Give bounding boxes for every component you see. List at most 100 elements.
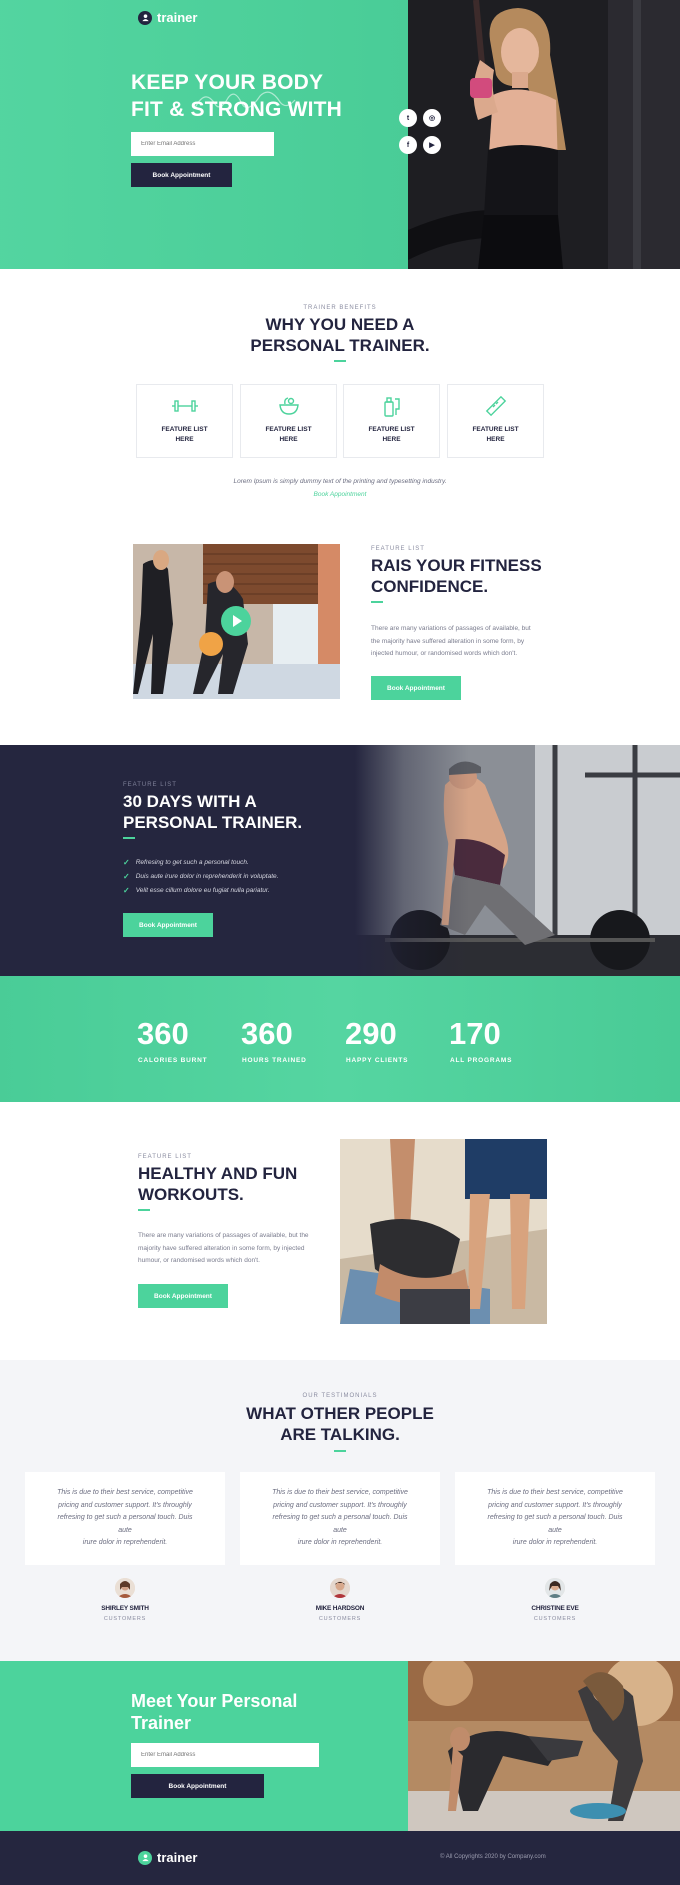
check-item-2: ✓ Duis aute irure dolor in reprehenderit … bbox=[123, 872, 279, 881]
meet-trainer-section: Meet Your Personal Trainer Book Appointm… bbox=[0, 1661, 680, 1831]
feature-card-3[interactable]: FEATURE LIST HERE bbox=[343, 384, 440, 458]
healthy-workout-photo bbox=[340, 1139, 547, 1324]
feature-card-2[interactable]: FEATURE LIST HERE bbox=[240, 384, 337, 458]
bowl-icon bbox=[276, 395, 302, 417]
hero-photo bbox=[408, 0, 680, 269]
instagram-icon[interactable]: ◎ bbox=[423, 109, 441, 127]
youtube-icon[interactable]: ▶ bbox=[423, 136, 441, 154]
stat-programs-value: 170 bbox=[449, 1016, 501, 1051]
confidence-kicker: FEATURE LIST bbox=[371, 546, 425, 552]
testimonial-quote: This is due to their best service, compe… bbox=[272, 1489, 408, 1547]
feature-label: FEATURE LIST HERE bbox=[472, 426, 519, 443]
stat-clients-label: HAPPY CLIENTS bbox=[346, 1057, 409, 1064]
logo-text: trainer bbox=[157, 10, 198, 25]
meet-book-appointment-button[interactable]: Book Appointment bbox=[131, 1774, 264, 1798]
testimonials-title-line2: ARE TALKING. bbox=[280, 1425, 400, 1444]
meet-trainer-title-line1: Meet Your Personal bbox=[131, 1691, 298, 1711]
feature-label: FEATURE LIST HERE bbox=[161, 426, 208, 443]
twitter-icon[interactable]: t bbox=[399, 109, 417, 127]
benefits-kicker: TRAINER BENEFITS bbox=[303, 305, 377, 311]
thirty-days-kicker: FEATURE LIST bbox=[123, 782, 177, 788]
logo-mark-icon bbox=[138, 1850, 152, 1865]
healthy-title-line1: HEALTHY AND FUN bbox=[138, 1164, 298, 1183]
feature-card-4[interactable]: FEATURE LIST HERE bbox=[447, 384, 544, 458]
healthy-kicker: FEATURE LIST bbox=[138, 1154, 192, 1160]
healthy-accent-line bbox=[138, 1209, 150, 1211]
stat-hours-label: HOURS TRAINED bbox=[242, 1057, 307, 1064]
trainer-stretching-image bbox=[408, 1661, 680, 1831]
thirty-days-title-line2: PERSONAL TRAINER. bbox=[123, 813, 303, 832]
thirty-days-section: FEATURE LIST 30 DAYS WITH A PERSONAL TRA… bbox=[0, 745, 680, 976]
stat-programs-label: ALL PROGRAMS bbox=[450, 1057, 513, 1064]
testimonial-quote: This is due to their best service, compe… bbox=[57, 1489, 193, 1547]
floor-workout-image bbox=[340, 1139, 547, 1324]
testimonials-section: OUR TESTIMONIALS WHAT OTHER PEOPLE ARE T… bbox=[0, 1360, 680, 1661]
header-logo[interactable]: trainer bbox=[138, 10, 197, 25]
check-icon: ✓ bbox=[123, 858, 130, 867]
stat-clients-value: 290 bbox=[345, 1016, 397, 1051]
avatar bbox=[115, 1578, 135, 1598]
meet-trainer-title-line2: Trainer bbox=[131, 1713, 192, 1733]
training-video-thumbnail[interactable] bbox=[133, 544, 340, 699]
confidence-accent-line bbox=[371, 601, 383, 603]
stat-calories-value: 360 bbox=[137, 1016, 189, 1051]
testimonials-kicker: OUR TESTIMONIALS bbox=[302, 1393, 378, 1399]
benefits-accent-line bbox=[334, 360, 346, 362]
confidence-paragraph: There are many variations of passages of… bbox=[371, 625, 531, 657]
facebook-icon[interactable]: f bbox=[399, 136, 417, 154]
confidence-title: RAIS YOUR FITNESS CONFIDENCE. bbox=[371, 555, 542, 597]
confidence-book-appointment-button[interactable]: Book Appointment bbox=[371, 676, 461, 700]
testimonial-quote: This is due to their best service, compe… bbox=[487, 1489, 623, 1547]
avatar bbox=[545, 1578, 565, 1598]
check-item-1: ✓ Refresing to get such a personal touch. bbox=[123, 858, 249, 867]
testimonial-card-1: This is due to their best service, compe… bbox=[25, 1472, 225, 1565]
meet-trainer-title: Meet Your Personal Trainer bbox=[131, 1690, 297, 1734]
testimonial-name: CHRISTINE EVE bbox=[531, 1605, 579, 1612]
stats-section: 360 CALORIES BURNT 360 HOURS TRAINED 290… bbox=[0, 976, 680, 1102]
benefits-title: WHY YOU NEED A PERSONAL TRAINER. bbox=[0, 314, 680, 356]
meet-email-input[interactable] bbox=[131, 1743, 319, 1767]
hero-email-input[interactable] bbox=[131, 132, 274, 156]
ruler-icon bbox=[483, 395, 509, 417]
hero-book-appointment-button[interactable]: Book Appointment bbox=[131, 163, 232, 187]
check-icon: ✓ bbox=[123, 886, 130, 895]
healthy-title: HEALTHY AND FUN WORKOUTS. bbox=[138, 1163, 297, 1205]
avatar bbox=[330, 1578, 350, 1598]
healthy-book-appointment-button[interactable]: Book Appointment bbox=[138, 1284, 228, 1308]
hero-section: trainer KEEP YOUR BODY FIT & STRONG WITH… bbox=[0, 0, 680, 269]
check-item-3: ✓ Velit esse cillum dolore eu fugiat null… bbox=[123, 886, 270, 895]
logo-mark-icon bbox=[138, 10, 152, 25]
footer-logo[interactable]: trainer bbox=[138, 1850, 197, 1865]
testimonial-role: CUSTOMERS bbox=[533, 1616, 577, 1622]
healthy-paragraph: There are many variations of passages of… bbox=[138, 1232, 309, 1264]
testimonial-card-2: This is due to their best service, compe… bbox=[240, 1472, 440, 1565]
footer-copyright: © All Copyrights 2020 by Company.com bbox=[440, 1854, 546, 1860]
thirty-days-accent-line bbox=[123, 837, 135, 839]
testimonial-role: CUSTOMERS bbox=[103, 1616, 147, 1622]
testimonial-name: SHIRLEY SMITH bbox=[101, 1605, 149, 1612]
benefits-book-link[interactable]: Book Appointment bbox=[0, 491, 680, 498]
thirty-days-title: 30 DAYS WITH A PERSONAL TRAINER. bbox=[123, 791, 302, 833]
play-video-button[interactable] bbox=[221, 606, 251, 636]
feature-label: FEATURE LIST HERE bbox=[368, 426, 415, 443]
testimonial-name: MIKE HARDSON bbox=[315, 1605, 365, 1612]
benefits-note: Lorem Ipsum is simply dummy text of the … bbox=[233, 478, 447, 485]
feature-card-1[interactable]: FEATURE LIST HERE bbox=[136, 384, 233, 458]
trainer-woman-image bbox=[408, 0, 680, 269]
meet-trainer-photo bbox=[408, 1661, 680, 1831]
feature-label: FEATURE LIST HERE bbox=[265, 426, 312, 443]
check-icon: ✓ bbox=[123, 872, 130, 881]
thirty-days-title-line1: 30 DAYS WITH A bbox=[123, 792, 257, 811]
testimonial-role: CUSTOMERS bbox=[318, 1616, 362, 1622]
footer: trainer © All Copyrights 2020 by Company… bbox=[0, 1831, 680, 1885]
stat-hours-value: 360 bbox=[241, 1016, 293, 1051]
bottle-icon bbox=[379, 395, 405, 417]
healthy-title-line2: WORKOUTS. bbox=[138, 1185, 244, 1204]
thirty-days-book-appointment-button[interactable]: Book Appointment bbox=[123, 913, 213, 937]
testimonials-title-line1: WHAT OTHER PEOPLE bbox=[246, 1404, 434, 1423]
benefits-title-line1: WHY YOU NEED A bbox=[265, 315, 415, 334]
hero-script-flourish bbox=[194, 91, 296, 109]
confidence-title-line1: RAIS YOUR FITNESS bbox=[371, 556, 542, 575]
logo-text: trainer bbox=[157, 1850, 198, 1865]
stat-calories-label: CALORIES BURNT bbox=[138, 1057, 208, 1064]
